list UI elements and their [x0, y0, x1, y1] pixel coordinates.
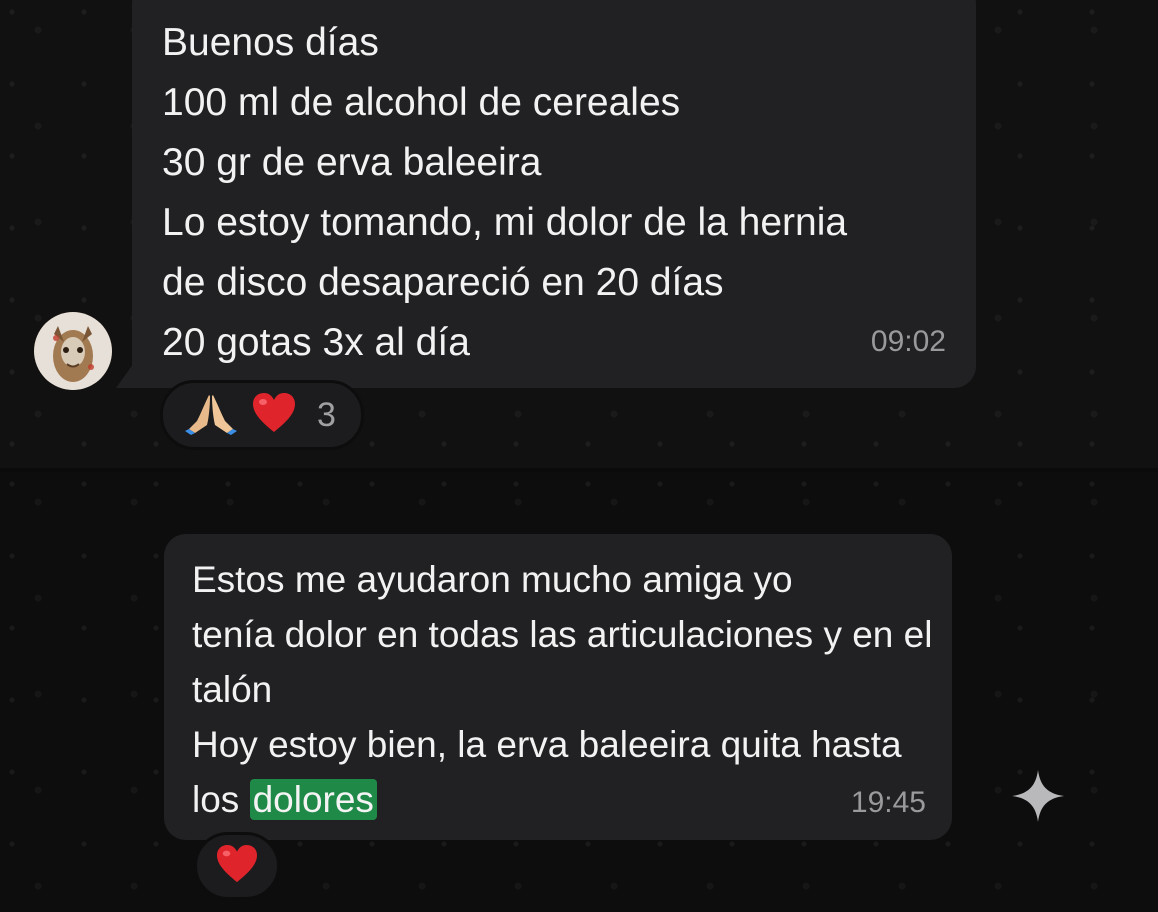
- message-line: talón: [192, 669, 273, 710]
- message-timestamp: 19:45: [850, 786, 926, 819]
- highlighted-word[interactable]: dolores: [249, 779, 377, 820]
- red-heart-icon: [251, 392, 297, 439]
- reaction-count: 3: [317, 395, 336, 434]
- message-timestamp: 09:02: [870, 325, 946, 358]
- message-line: 30 gr de erva baleeira: [162, 141, 542, 184]
- message-bubble-1[interactable]: Buenos días 100 ml de alcohol de cereale…: [132, 0, 976, 388]
- message-line: Lo estoy tomando, mi dolor de la hernia: [162, 201, 848, 244]
- message-line: 100 ml de alcohol de cereales: [162, 81, 681, 124]
- sender-avatar[interactable]: [34, 312, 112, 390]
- folded-hands-icon: [185, 391, 237, 440]
- message-line: de disco desapareció en 20 días: [162, 261, 724, 304]
- sparkle-icon: [1010, 768, 1066, 824]
- message-line: tenía dolor en todas las articulaciones …: [192, 614, 933, 655]
- message-bubble-2[interactable]: Estos me ayudaron mucho amiga yo tenía d…: [164, 534, 952, 840]
- reactions-pill[interactable]: 3: [160, 380, 364, 450]
- message-line: Estos me ayudaron mucho amiga yo: [192, 559, 793, 600]
- message-line: 20 gotas 3x al día: [162, 321, 470, 364]
- message-line: Hoy estoy bien, la erva baleeira quita h…: [192, 724, 902, 765]
- message-text: los: [192, 779, 250, 820]
- reactions-pill[interactable]: [194, 832, 280, 900]
- avatar-image: [34, 312, 112, 390]
- message-line-last: los dolores: [192, 772, 926, 827]
- message-line: Buenos días: [162, 21, 379, 64]
- red-heart-icon: [215, 844, 259, 889]
